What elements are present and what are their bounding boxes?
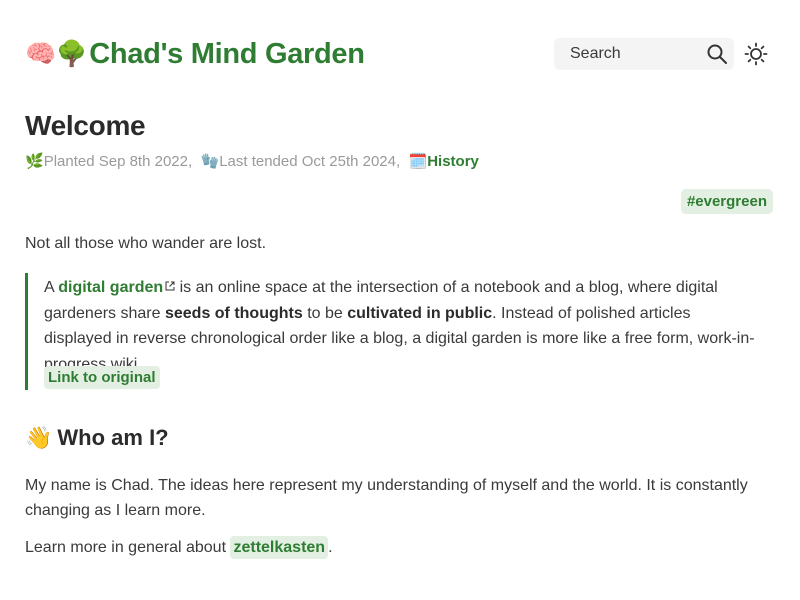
history-link[interactable]: History bbox=[427, 153, 479, 170]
brain-tree-logo: 🧠🌳 bbox=[25, 40, 88, 68]
quote-text: A digital garden is an online space at t… bbox=[44, 279, 755, 373]
page-title: Welcome bbox=[25, 110, 146, 141]
tended-date: Last tended Oct 25th 2024, bbox=[219, 153, 401, 170]
intro-text: Not all those who wander are lost. bbox=[25, 235, 267, 252]
calendar-icon: 🗓️ bbox=[408, 153, 428, 170]
digital-garden-link[interactable]: digital garden bbox=[58, 279, 175, 296]
search-label: Search bbox=[570, 45, 621, 62]
site-home-link[interactable]: 🧠🌳 Chad's Mind Garden bbox=[25, 36, 365, 72]
sun-icon[interactable] bbox=[744, 42, 768, 66]
section-heading: 👋 Who am I? bbox=[25, 425, 169, 451]
planted-date: Planted Sep 8th 2022, bbox=[43, 153, 193, 170]
learn-more-text: Learn more in general about zettelkasten… bbox=[25, 536, 333, 559]
external-link-icon bbox=[165, 281, 175, 291]
about-text: My name is Chad. The ideas here represen… bbox=[25, 477, 748, 519]
glove-icon: 🧤 bbox=[200, 153, 220, 170]
site-header: 🧠🌳 Chad's Mind Garden Search bbox=[25, 36, 775, 72]
herb-icon: 🌿 bbox=[25, 153, 44, 170]
tag-evergreen[interactable]: #evergreen bbox=[680, 189, 773, 214]
bold-cultivated: cultivated in public bbox=[347, 304, 493, 322]
link-to-original[interactable]: Link to original bbox=[44, 366, 160, 389]
search-icon[interactable] bbox=[706, 43, 728, 65]
section-heading-text: Who am I? bbox=[57, 425, 169, 450]
page-meta: 🌿Planted Sep 8th 2022, 🧤Last tended Oct … bbox=[25, 152, 479, 172]
bold-seeds: seeds of thoughts bbox=[164, 304, 303, 322]
zettelkasten-link[interactable]: zettelkasten bbox=[230, 536, 329, 559]
waving-hand-icon: 👋 bbox=[25, 425, 53, 450]
blockquote: A digital garden is an online space at t… bbox=[25, 273, 773, 390]
search-box[interactable]: Search bbox=[554, 38, 734, 70]
site-title: Chad's Mind Garden bbox=[89, 38, 365, 70]
